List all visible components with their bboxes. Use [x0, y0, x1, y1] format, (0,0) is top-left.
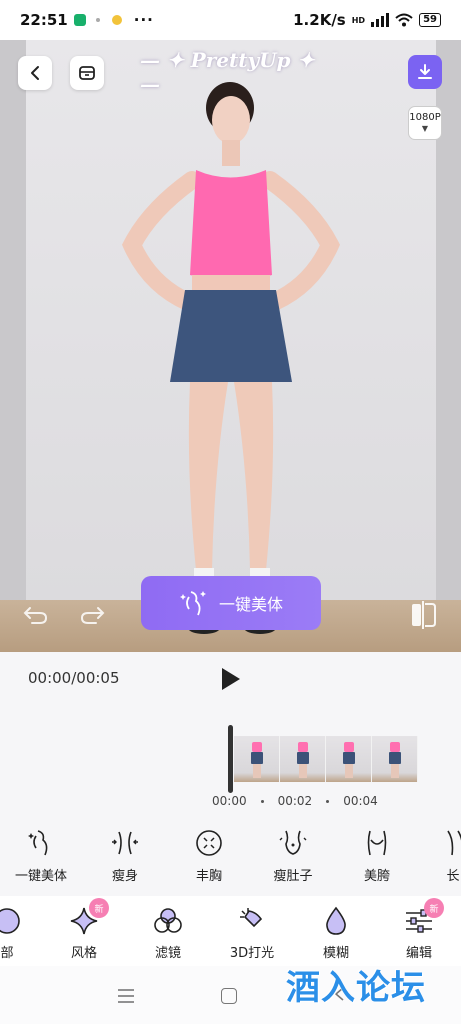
- tab-label: 风格: [70, 946, 97, 961]
- tab-filter[interactable]: 滤镜: [133, 904, 203, 961]
- archive-box-icon: [79, 66, 95, 80]
- drafts-button[interactable]: [70, 56, 104, 90]
- tab-edit[interactable]: 新 编辑: [384, 898, 454, 961]
- timeline-frame: [280, 736, 326, 782]
- resolution-label: 1080P: [409, 112, 441, 123]
- play-button[interactable]: [218, 666, 242, 696]
- editor-screen: 22:51 ··· 1.2K/s HD 59 — ✦ PrettyUp ✦ — …: [0, 0, 461, 1024]
- tab-label: 3D打光: [229, 946, 275, 961]
- timeline-frame: [234, 736, 280, 782]
- partial-tab-icon: [0, 908, 20, 934]
- redo-button[interactable]: [80, 602, 106, 632]
- video-preview[interactable]: [0, 40, 461, 652]
- play-icon: [222, 668, 240, 690]
- security-shield-icon: [73, 14, 86, 26]
- slim-belly-icon: [279, 830, 307, 855]
- more-notifications-icon: ···: [133, 11, 154, 29]
- forum-watermark: 酒入论坛: [286, 968, 426, 1008]
- timeline-tick: 00:04: [343, 794, 378, 808]
- redo-icon: [80, 607, 105, 624]
- body-magic-icon: [28, 830, 48, 856]
- tool-label: 丰胸: [195, 869, 222, 884]
- one-tap-beauty-label: 一键美体: [218, 595, 283, 614]
- tool-label: 美胯: [363, 869, 390, 884]
- tab-style[interactable]: 新 风格: [49, 898, 119, 961]
- tool-long-legs[interactable]: 长: [418, 826, 461, 884]
- tool-label: 长: [446, 869, 460, 884]
- download-button[interactable]: [408, 55, 442, 89]
- timeline-playhead[interactable]: [228, 725, 233, 793]
- slim-body-icon: [112, 831, 138, 855]
- tab-label: 模糊: [322, 946, 349, 961]
- bust-icon: [196, 830, 222, 856]
- tool-bust[interactable]: 丰胸: [174, 826, 244, 884]
- new-badge: 新: [89, 898, 109, 918]
- tool-label: 一键美体: [14, 869, 67, 884]
- tab-label: 滤镜: [154, 946, 181, 961]
- network-speed: 1.2K/s: [293, 11, 346, 29]
- bottom-tab-bar: 部 新 风格 滤镜 3D打光 模糊 新 编辑: [0, 896, 461, 966]
- timeline-frame: [326, 736, 372, 782]
- resolution-selector[interactable]: 1080P ▼: [408, 106, 442, 140]
- blur-drop-icon: [326, 906, 346, 935]
- download-icon: [418, 64, 432, 79]
- timeline-tick: 00:02: [277, 794, 313, 808]
- notification-dot-icon: [95, 18, 100, 22]
- cellular-signal-icon: [371, 13, 390, 27]
- timeline-tick: 00:00: [212, 794, 247, 808]
- filter-circles-icon: [154, 908, 182, 933]
- undo-button[interactable]: [22, 602, 48, 632]
- playback-timecode: 00:00/00:05: [28, 669, 120, 687]
- chevron-left-icon: [31, 66, 39, 80]
- tab-3d-lighting[interactable]: 3D打光: [217, 904, 287, 961]
- hd-indicator: HD: [351, 15, 366, 25]
- status-bar: 22:51 ··· 1.2K/s HD 59: [0, 0, 461, 40]
- wifi-icon: [395, 13, 413, 27]
- recent-apps-icon[interactable]: [117, 988, 135, 1004]
- tool-label: 瘦肚子: [273, 869, 313, 884]
- tool-slim-belly[interactable]: 瘦肚子: [258, 826, 328, 884]
- status-time: 22:51: [20, 11, 68, 29]
- weather-icon: [111, 15, 122, 25]
- timeline-filmstrip[interactable]: [234, 736, 418, 782]
- tool-slim[interactable]: 瘦身: [90, 826, 160, 884]
- undo-icon: [23, 607, 48, 624]
- back-button[interactable]: [18, 56, 52, 90]
- tool-hip[interactable]: 美胯: [342, 826, 412, 884]
- one-tap-beauty-button[interactable]: 一键美体: [141, 576, 321, 630]
- new-badge: 新: [424, 898, 444, 918]
- tool-label: 瘦身: [111, 869, 138, 884]
- home-icon[interactable]: [221, 988, 237, 1004]
- timeline-ruler: 00:00 00:02 00:04: [212, 794, 378, 808]
- spotlight-icon: [240, 908, 263, 928]
- body-magic-icon: [179, 591, 206, 616]
- subject-figure: [122, 82, 340, 634]
- tab-label: 编辑: [405, 946, 432, 961]
- body-tools-row: 一键美体 瘦身 丰胸 瘦肚子 美胯 长: [0, 826, 461, 886]
- tool-one-tap-beauty[interactable]: 一键美体: [6, 826, 76, 884]
- tab-partial[interactable]: 部: [0, 904, 42, 961]
- long-leg-icon: [447, 830, 461, 856]
- hip-icon: [367, 830, 387, 856]
- tab-blur[interactable]: 模糊: [301, 904, 371, 961]
- battery-indicator: 59: [419, 13, 441, 27]
- tab-label: 部: [0, 946, 14, 961]
- chevron-down-icon: ▼: [421, 124, 429, 133]
- compare-toggle-icon[interactable]: [409, 600, 437, 630]
- timeline-frame: [372, 736, 418, 782]
- app-brand-logo: — ✦ PrettyUp ✦ —: [140, 48, 315, 96]
